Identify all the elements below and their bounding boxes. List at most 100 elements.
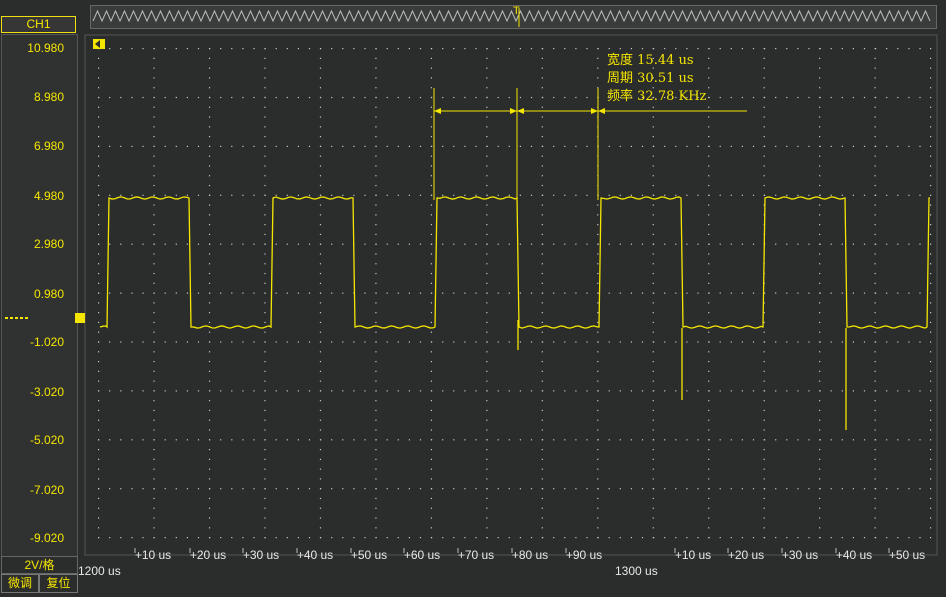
grid-dot bbox=[153, 272, 155, 275]
grid-dot bbox=[486, 116, 488, 118]
grid-dot bbox=[486, 478, 488, 480]
grid-dot bbox=[608, 488, 610, 490]
grid-dot bbox=[153, 488, 155, 490]
grid-dot bbox=[730, 243, 732, 245]
grid-dot bbox=[208, 517, 211, 519]
grid-dot bbox=[708, 136, 710, 138]
grid-dot bbox=[730, 145, 732, 147]
grid-dot bbox=[874, 331, 876, 333]
grid-dot bbox=[719, 390, 721, 392]
grid-dot bbox=[763, 370, 765, 372]
grid-dot bbox=[708, 468, 710, 470]
grid-dot bbox=[908, 194, 910, 196]
grid-dot bbox=[564, 48, 566, 50]
grid-dot bbox=[930, 214, 932, 216]
grid-dot bbox=[431, 439, 433, 441]
grid-dot bbox=[353, 145, 355, 147]
scope-screen[interactable]: T +10 us +20 us +30 us +40 us +50 us +60 us +7… bbox=[0, 0, 946, 597]
grid-dot bbox=[741, 341, 743, 343]
grid-dot bbox=[319, 370, 322, 372]
grid-dot bbox=[819, 400, 821, 402]
grid-dot bbox=[486, 204, 488, 206]
grid-dot bbox=[153, 175, 155, 177]
grid-dot bbox=[264, 204, 266, 206]
grid-dot bbox=[763, 527, 765, 529]
grid-dot bbox=[708, 96, 710, 99]
grid-dot bbox=[697, 243, 699, 245]
grid-dot bbox=[375, 292, 377, 294]
grid-dot bbox=[197, 194, 200, 196]
grid-dot bbox=[486, 155, 488, 157]
grid-dot bbox=[486, 507, 488, 509]
grid-dot bbox=[197, 488, 200, 490]
grid-dot bbox=[453, 341, 455, 343]
grid-dot bbox=[208, 429, 211, 431]
grid-dot bbox=[208, 370, 211, 372]
grid-dot bbox=[319, 263, 322, 265]
grid-dot bbox=[819, 517, 821, 519]
grid-dot bbox=[686, 145, 688, 147]
grid-dot bbox=[652, 331, 654, 333]
grid-dot bbox=[142, 243, 144, 245]
grid-dot bbox=[208, 468, 211, 470]
grid-dot bbox=[264, 380, 266, 382]
ground-marker-icon[interactable] bbox=[75, 313, 85, 323]
grid-dot bbox=[697, 488, 699, 490]
grid-dot bbox=[220, 48, 222, 50]
grid-dot bbox=[430, 155, 432, 157]
grid-dot bbox=[797, 341, 799, 343]
grid-dot bbox=[486, 263, 488, 265]
grid-dot bbox=[320, 48, 322, 50]
grid-dot bbox=[697, 145, 699, 147]
grid-dot bbox=[541, 370, 543, 372]
grid-dot bbox=[541, 67, 543, 69]
grid-dot bbox=[486, 468, 488, 470]
grid-dot bbox=[153, 67, 155, 69]
grid-dot bbox=[708, 263, 710, 265]
time-center-marker: 1300 us bbox=[615, 564, 658, 578]
grid-dot bbox=[142, 194, 144, 196]
grid-dot bbox=[852, 96, 854, 99]
grid-dot bbox=[741, 292, 743, 294]
grid-dot bbox=[264, 282, 266, 284]
grid-dot bbox=[153, 194, 155, 196]
grid-dot bbox=[486, 351, 488, 353]
grid-dot bbox=[253, 390, 255, 392]
grid-dot bbox=[808, 145, 810, 147]
grid-dot bbox=[841, 390, 843, 392]
grid-dot bbox=[541, 419, 543, 421]
grid-dot bbox=[320, 390, 322, 392]
grid-dot bbox=[175, 243, 177, 245]
grid-dot bbox=[175, 341, 177, 343]
grid-dot bbox=[208, 458, 211, 460]
grid-dot bbox=[209, 145, 211, 147]
grid-dot bbox=[319, 448, 322, 451]
grid-dot bbox=[375, 331, 377, 333]
grid-dot bbox=[319, 517, 322, 519]
grid-dot bbox=[264, 87, 266, 89]
grid-dot bbox=[153, 341, 155, 343]
grid-dot bbox=[208, 165, 211, 167]
grid-dot bbox=[553, 96, 555, 99]
grid-dot bbox=[775, 341, 777, 343]
grid-dot bbox=[597, 214, 599, 216]
grid-dot bbox=[319, 351, 322, 353]
grid-dot bbox=[297, 243, 299, 245]
grid-dot bbox=[408, 537, 410, 539]
grid-dot bbox=[120, 96, 122, 99]
grid-dot bbox=[819, 243, 821, 245]
grid-dot bbox=[430, 116, 432, 118]
grid-dot bbox=[708, 253, 710, 255]
grid-dot bbox=[98, 390, 100, 392]
grid-dot bbox=[797, 194, 799, 196]
grid-dot bbox=[153, 537, 155, 539]
grid-dot bbox=[686, 194, 688, 196]
grid-dot bbox=[575, 194, 577, 196]
grid-dot bbox=[575, 243, 577, 245]
grid-dot bbox=[197, 48, 200, 50]
trigger-marker-icon[interactable]: T bbox=[513, 5, 520, 17]
grid-dot bbox=[264, 224, 266, 226]
grid-dot bbox=[930, 175, 932, 177]
grid-dot bbox=[375, 145, 377, 147]
grid-dot bbox=[486, 527, 488, 529]
